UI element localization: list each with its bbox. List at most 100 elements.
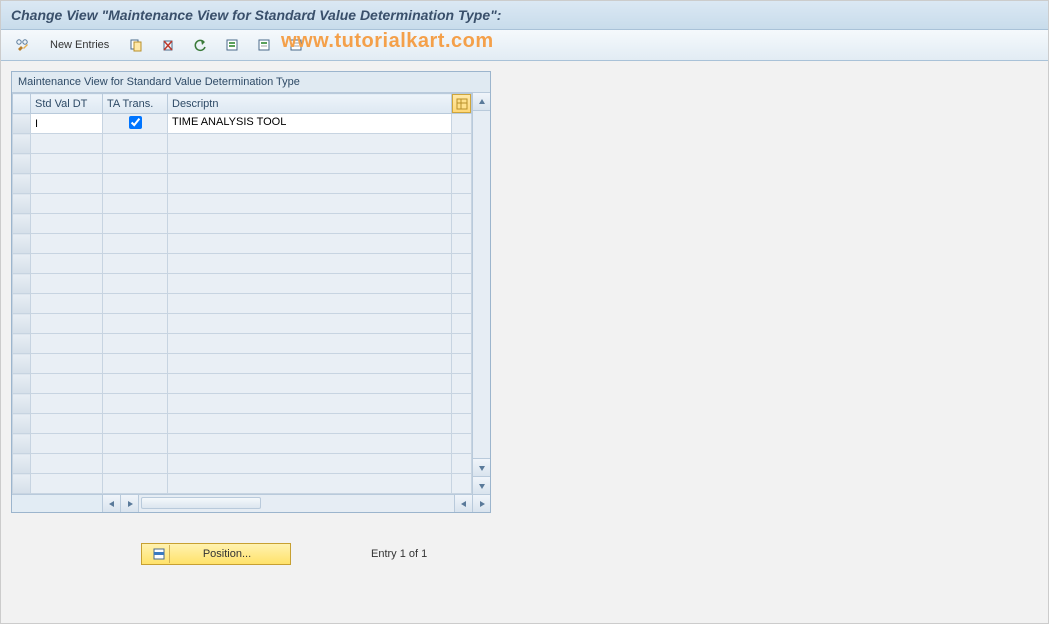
empty-cell[interactable] <box>168 254 452 274</box>
empty-cell[interactable] <box>168 314 452 334</box>
empty-cell[interactable] <box>168 354 452 374</box>
empty-cell[interactable] <box>168 334 452 354</box>
empty-cell[interactable] <box>31 274 103 294</box>
row-selector[interactable] <box>13 174 31 194</box>
empty-cell[interactable] <box>103 414 168 434</box>
row-selector[interactable] <box>13 434 31 454</box>
delete-button[interactable] <box>154 34 182 56</box>
ta-trans-checkbox[interactable] <box>129 116 142 129</box>
empty-cell[interactable] <box>31 294 103 314</box>
row-selector[interactable] <box>13 294 31 314</box>
std-val-dt-input[interactable] <box>31 114 102 133</box>
scroll-up-button[interactable] <box>473 93 490 111</box>
empty-cell[interactable] <box>103 194 168 214</box>
row-selector[interactable] <box>13 354 31 374</box>
empty-cell[interactable] <box>103 474 168 494</box>
empty-cell[interactable] <box>103 314 168 334</box>
empty-cell[interactable] <box>103 234 168 254</box>
empty-cell[interactable] <box>31 354 103 374</box>
select-all-button[interactable] <box>218 34 246 56</box>
empty-cell[interactable] <box>31 414 103 434</box>
configure-columns-button[interactable] <box>452 94 471 113</box>
empty-cell[interactable] <box>31 394 103 414</box>
scroll-right-inner-button[interactable] <box>120 495 138 512</box>
empty-cell[interactable] <box>168 414 452 434</box>
col-descriptn[interactable]: Descriptn <box>168 94 452 114</box>
empty-cell[interactable] <box>168 394 452 414</box>
row-selector[interactable] <box>13 234 31 254</box>
row-selector[interactable] <box>13 194 31 214</box>
empty-cell[interactable] <box>103 434 168 454</box>
row-selector[interactable] <box>13 254 31 274</box>
empty-cell[interactable] <box>31 434 103 454</box>
empty-cell[interactable] <box>168 474 452 494</box>
row-selector[interactable] <box>13 314 31 334</box>
empty-cell[interactable] <box>31 174 103 194</box>
row-selector[interactable] <box>13 154 31 174</box>
empty-cell[interactable] <box>168 214 452 234</box>
new-entries-button[interactable]: New Entries <box>41 34 118 56</box>
empty-cell[interactable] <box>168 134 452 154</box>
row-selector[interactable] <box>13 454 31 474</box>
scroll-left-end-button[interactable] <box>454 495 472 512</box>
empty-cell[interactable] <box>168 174 452 194</box>
scroll-down-button-2[interactable] <box>473 476 490 494</box>
empty-cell[interactable] <box>103 454 168 474</box>
empty-cell[interactable] <box>31 454 103 474</box>
empty-cell[interactable] <box>168 294 452 314</box>
scroll-down-button[interactable] <box>473 458 490 476</box>
row-selector[interactable] <box>13 414 31 434</box>
empty-cell[interactable] <box>103 374 168 394</box>
row-selector[interactable] <box>13 394 31 414</box>
empty-cell[interactable] <box>103 174 168 194</box>
empty-cell[interactable] <box>31 194 103 214</box>
empty-cell[interactable] <box>31 334 103 354</box>
row-selector[interactable] <box>13 214 31 234</box>
row-selector[interactable] <box>13 114 31 134</box>
empty-cell[interactable] <box>168 434 452 454</box>
empty-cell[interactable] <box>31 374 103 394</box>
vertical-scroll-track[interactable] <box>473 111 490 458</box>
select-block-button[interactable] <box>250 34 278 56</box>
empty-cell[interactable] <box>103 394 168 414</box>
copy-as-button[interactable] <box>122 34 150 56</box>
empty-cell[interactable] <box>103 254 168 274</box>
row-selector[interactable] <box>13 274 31 294</box>
position-button[interactable]: Position... <box>141 543 291 565</box>
empty-cell[interactable] <box>168 274 452 294</box>
empty-cell[interactable] <box>103 214 168 234</box>
empty-cell[interactable] <box>103 294 168 314</box>
empty-cell[interactable] <box>31 474 103 494</box>
empty-cell[interactable] <box>103 334 168 354</box>
horizontal-scroll-thumb[interactable] <box>141 497 261 509</box>
empty-cell[interactable] <box>31 154 103 174</box>
empty-cell[interactable] <box>103 154 168 174</box>
deselect-all-button[interactable] <box>282 34 310 56</box>
empty-cell[interactable] <box>168 374 452 394</box>
row-selector-header[interactable] <box>13 94 31 114</box>
empty-cell[interactable] <box>31 234 103 254</box>
col-ta-trans[interactable]: TA Trans. <box>103 94 168 114</box>
empty-cell[interactable] <box>103 274 168 294</box>
vertical-scrollbar[interactable] <box>472 93 490 494</box>
scroll-left-button[interactable] <box>102 495 120 512</box>
scroll-right-button[interactable] <box>472 495 490 512</box>
empty-cell[interactable] <box>168 154 452 174</box>
row-selector[interactable] <box>13 374 31 394</box>
toggle-display-change-button[interactable] <box>9 34 37 56</box>
row-selector[interactable] <box>13 134 31 154</box>
descriptn-cell[interactable]: TIME ANALYSIS TOOL <box>168 114 451 133</box>
empty-cell[interactable] <box>103 354 168 374</box>
col-std-val-dt[interactable]: Std Val DT <box>31 94 103 114</box>
empty-cell[interactable] <box>103 134 168 154</box>
empty-cell[interactable] <box>31 254 103 274</box>
row-selector[interactable] <box>13 334 31 354</box>
empty-cell[interactable] <box>168 454 452 474</box>
undo-change-button[interactable] <box>186 34 214 56</box>
horizontal-scroll-track[interactable] <box>138 495 454 512</box>
empty-cell[interactable] <box>31 214 103 234</box>
horizontal-scrollbar[interactable] <box>12 494 490 512</box>
empty-cell[interactable] <box>31 134 103 154</box>
empty-cell[interactable] <box>168 194 452 214</box>
row-selector[interactable] <box>13 474 31 494</box>
